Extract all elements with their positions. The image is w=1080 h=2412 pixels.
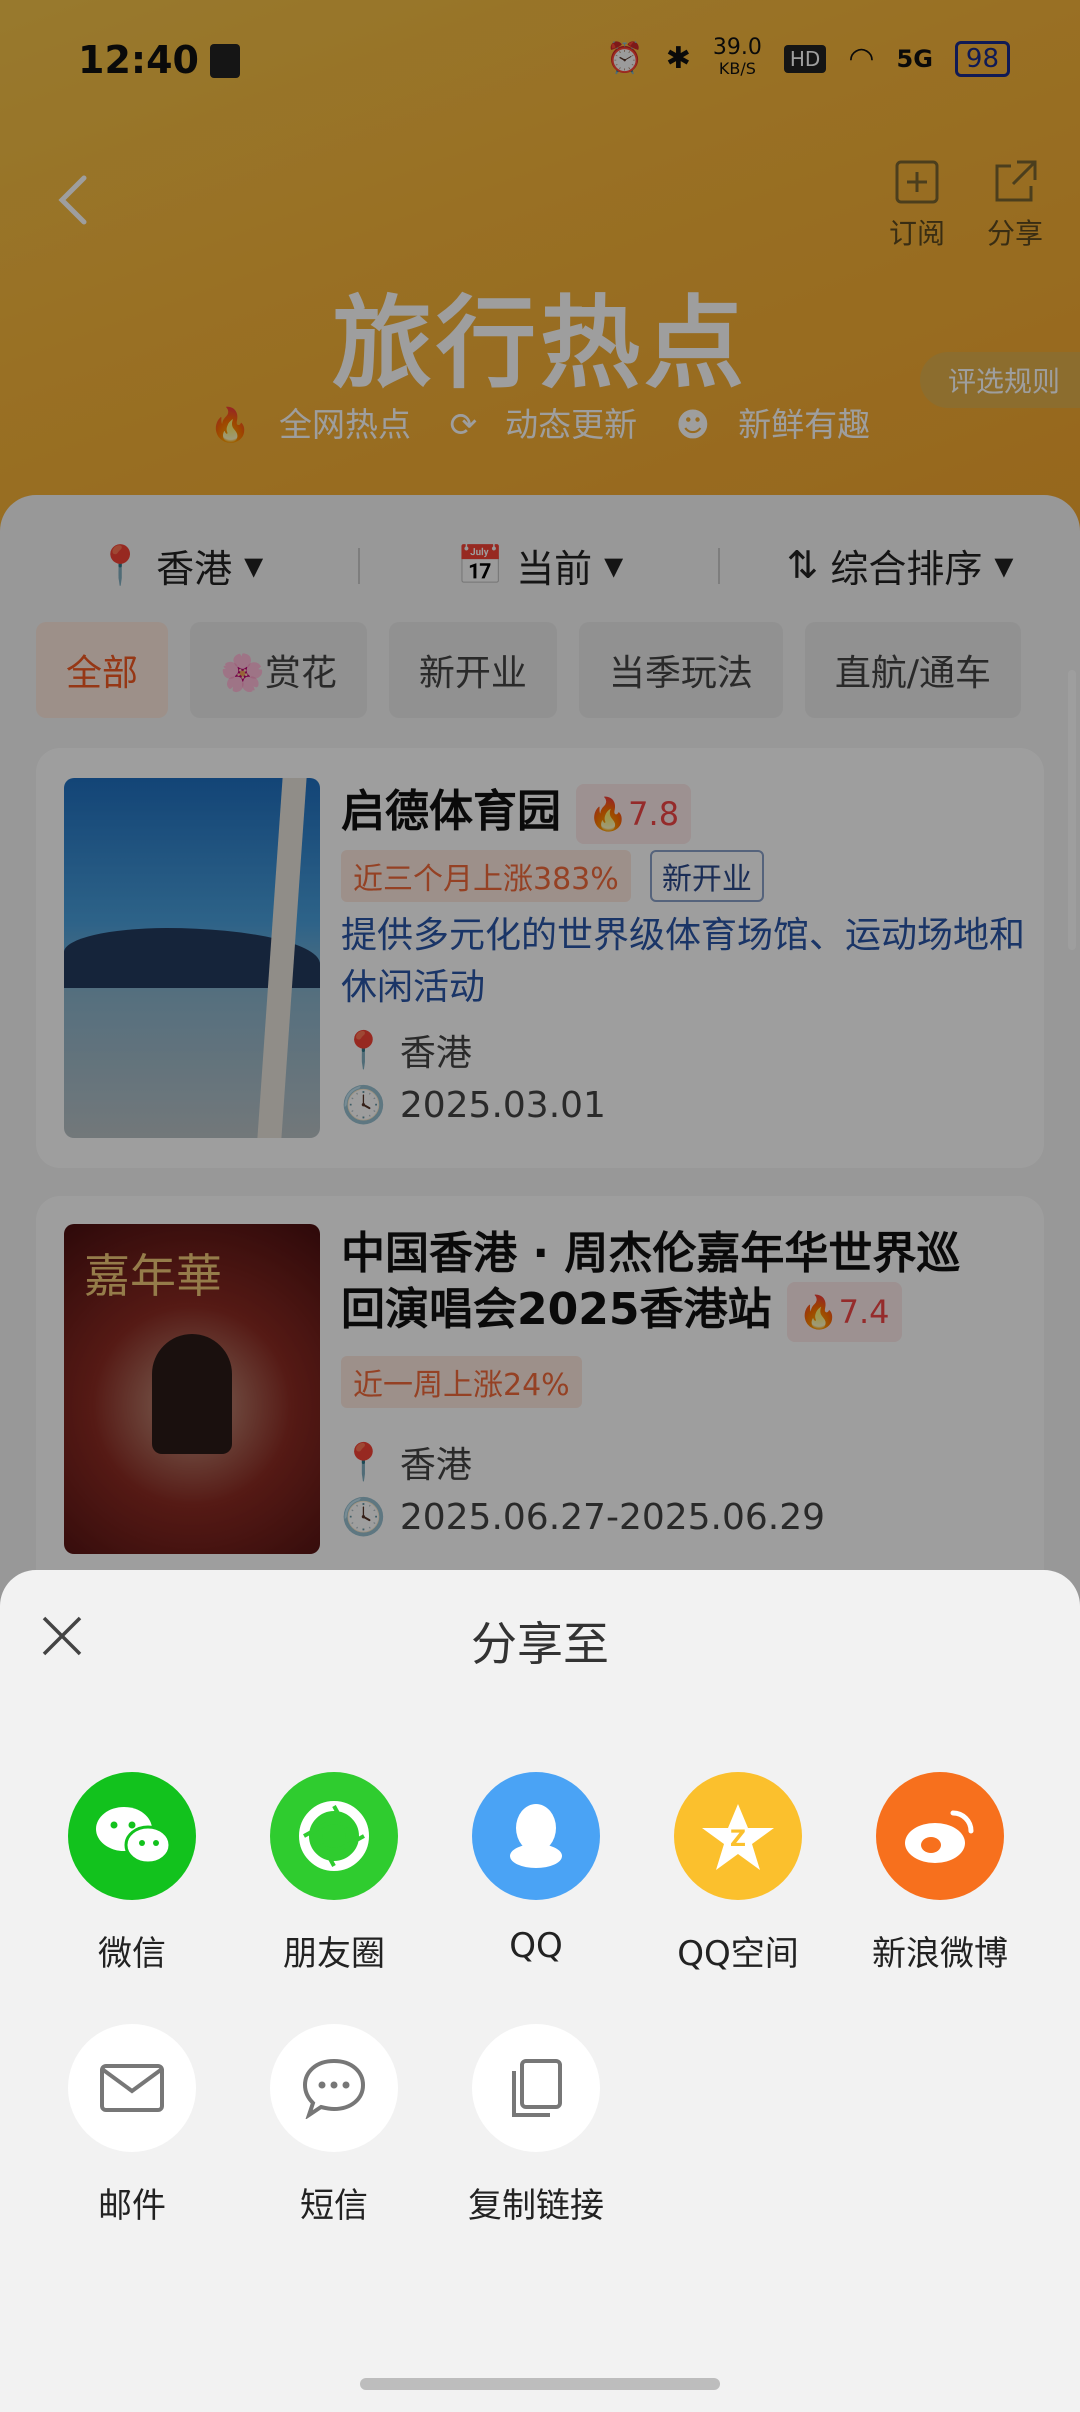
share-sms-button[interactable]: 短信 [234, 2024, 434, 2227]
share-qq-button[interactable]: QQ [436, 1772, 636, 1966]
share-sheet-title: 分享至 [471, 1617, 609, 1671]
share-moments-label: 朋友圈 [283, 1934, 385, 1974]
share-sheet [0, 1570, 1080, 2412]
share-copy-link-label: 复制链接 [468, 2186, 604, 2226]
share-wechat-button[interactable]: 微信 [32, 1772, 232, 1975]
qq-icon [472, 1772, 600, 1900]
share-qzone-label: QQ空间 [677, 1934, 799, 1974]
mail-icon [68, 2024, 196, 2152]
copy-link-icon [472, 2024, 600, 2152]
share-moments-button[interactable]: 朋友圈 [234, 1772, 434, 1975]
home-indicator[interactable] [360, 2378, 720, 2390]
share-copy-link-button[interactable]: 复制链接 [436, 2024, 636, 2227]
wechat-icon [68, 1772, 196, 1900]
share-mail-button[interactable]: 邮件 [32, 2024, 232, 2227]
share-weibo-button[interactable]: 新浪微博 [840, 1772, 1040, 1975]
qzone-icon: Z [674, 1772, 802, 1900]
share-qzone-button[interactable]: Z QQ空间 [638, 1772, 838, 1975]
weibo-icon [876, 1772, 1004, 1900]
moments-icon [270, 1772, 398, 1900]
share-weibo-label: 新浪微博 [872, 1934, 1008, 1974]
svg-text:Z: Z [730, 1827, 746, 1852]
share-wechat-label: 微信 [98, 1934, 166, 1974]
share-sms-label: 短信 [300, 2186, 368, 2226]
share-qq-label: QQ [509, 1926, 563, 1966]
sms-icon [270, 2024, 398, 2152]
share-mail-label: 邮件 [98, 2186, 166, 2226]
